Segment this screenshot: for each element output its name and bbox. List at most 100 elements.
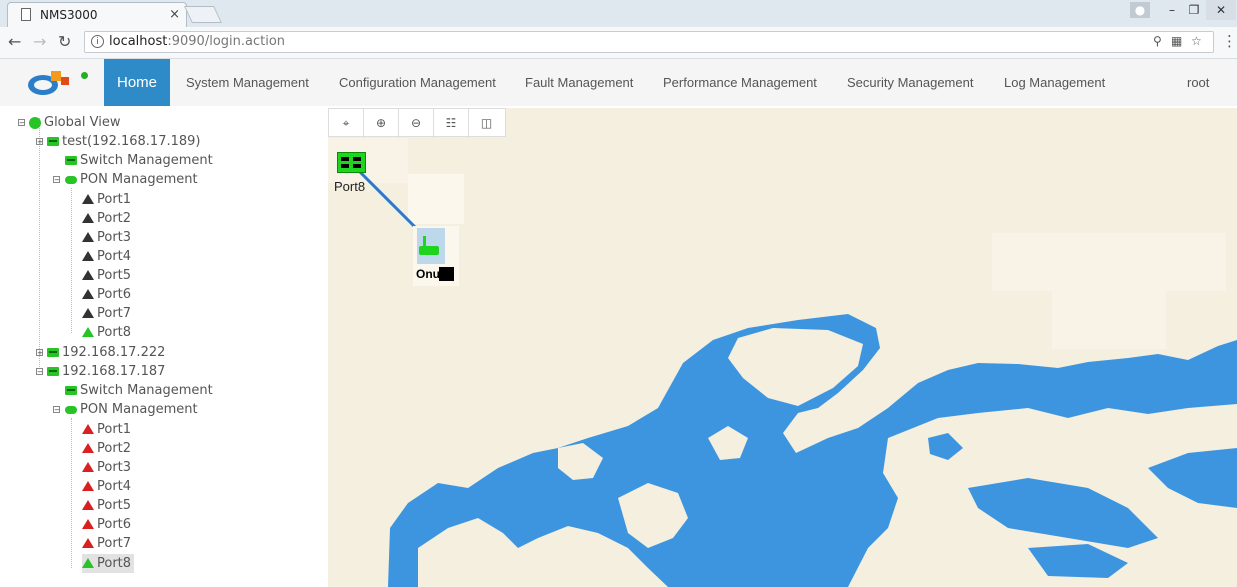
tree-node-device-test[interactable]: + test(192.168.17.189) [36,132,201,151]
tree-node-port-selected[interactable]: Port8 [82,554,135,573]
port-online-icon [82,326,94,337]
tree-node-pon-management[interactable]: − PON Management [53,400,198,419]
tree-node-label: 192.168.17.222 [62,345,166,360]
tree-node-port[interactable]: Port3 [82,458,131,477]
page-icon [21,8,31,21]
tree-node-port[interactable]: Port4 [82,477,131,496]
expand-icon[interactable]: + [36,349,43,357]
port-offline-icon [82,307,94,318]
map-toolbar: ⌖ ⊕ ⊖ ☷ ◫ [328,108,506,138]
nav-performance-management[interactable]: Performance Management [663,59,817,106]
port-alarm-icon [82,461,94,472]
tree-node-switch-management[interactable]: Switch Management [65,381,213,400]
tree-node-label: Switch Management [80,383,213,398]
port-node-label: Port8 [334,179,366,194]
new-tab-button[interactable] [184,6,222,23]
switch-node-icon[interactable] [337,152,366,173]
tree-node-port[interactable]: Port7 [82,534,131,553]
collapse-icon[interactable]: − [53,176,60,184]
tree-node-label: Port3 [97,230,132,245]
tree-node-global-view[interactable]: − Global View [18,113,120,132]
user-menu[interactable]: root [1187,59,1209,106]
app-header: Home System Management Configuration Man… [0,59,1237,106]
tree-node-port[interactable]: Port2 [82,439,131,458]
address-bar[interactable]: i localhost:9090/login.action ⚲ ▦ ☆ [84,31,1214,53]
tree-node-pon-management[interactable]: − PON Management [53,170,198,189]
nav-system-management[interactable]: System Management [186,59,309,106]
topology-icon[interactable]: ☷ [434,109,469,138]
tree-node-port[interactable]: Port3 [82,228,131,247]
tree-node-switch-management[interactable]: Switch Management [65,151,213,170]
topology-map[interactable]: ⌖ ⊕ ⊖ ☷ ◫ Port8 Onu [328,108,1237,587]
tree-node-port[interactable]: Port5 [82,266,131,285]
url-text: localhost:9090/login.action [109,34,286,49]
tree-node-label: Port4 [97,249,132,264]
port-offline-icon [82,250,94,261]
tree-node-label: Port1 [97,422,132,437]
tree-node-device-222[interactable]: + 192.168.17.222 [36,343,165,362]
tree-node-label: 192.168.17.187 [62,364,166,379]
tree-node-label: Port6 [97,517,132,532]
collapse-icon[interactable]: − [36,368,43,376]
tree-node-port[interactable]: Port1 [82,190,131,209]
forward-icon[interactable]: → [33,32,46,51]
onu-antenna-icon [423,236,426,246]
tree-node-port[interactable]: Port6 [82,285,131,304]
nav-fault-management[interactable]: Fault Management [525,59,633,106]
tree-node-label: PON Management [80,402,198,417]
minimize-button[interactable]: – [1160,0,1184,20]
profile-icon[interactable]: ● [1130,2,1150,18]
logo-icon [28,71,69,95]
tree-node-label: test(192.168.17.189) [62,134,201,149]
zoom-in-icon[interactable]: ⊕ [364,109,399,138]
port-offline-icon [82,288,94,299]
collapse-icon[interactable]: − [53,406,60,414]
nav-log-management[interactable]: Log Management [1004,59,1105,106]
port-online-icon [82,557,94,568]
browser-tab[interactable]: NMS3000 × [7,2,187,27]
onu-label: Onu [416,267,454,281]
tree-node-port[interactable]: Port5 [82,496,131,515]
tree-node-label: PON Management [80,172,198,187]
tree-node-label: Port7 [97,306,132,321]
tree-node-label: Port7 [97,536,132,551]
key-icon[interactable]: ⚲ [1153,34,1162,48]
tree-node-label: Port8 [97,556,132,571]
tree-node-port[interactable]: Port7 [82,304,131,323]
reload-icon[interactable]: ↻ [58,32,71,51]
onu-node[interactable]: Onu [413,226,459,286]
port-offline-icon [82,231,94,242]
translate-icon[interactable]: ▦ [1171,34,1182,48]
tree-node-device-187[interactable]: − 192.168.17.187 [36,362,165,381]
browser-toolbar: ← → ↻ i localhost:9090/login.action ⚲ ▦ … [0,27,1237,59]
star-icon[interactable]: ☆ [1191,34,1202,48]
device-icon [47,348,59,357]
save-icon[interactable]: ◫ [469,109,504,138]
collapse-icon[interactable]: − [18,119,25,127]
onu-device-icon [419,246,439,255]
tree-node-port[interactable]: Port6 [82,515,131,534]
tab-close-icon[interactable]: × [169,7,180,22]
tab-title: NMS3000 [40,8,98,22]
status-dot-icon [81,72,88,79]
tree-node-port[interactable]: Port4 [82,247,131,266]
close-window-button[interactable]: ✕ [1206,0,1236,20]
expand-icon[interactable]: + [36,138,43,146]
back-icon[interactable]: ← [8,32,21,51]
pon-icon [65,405,77,414]
menu-icon[interactable]: ⋮ [1222,32,1237,50]
tree-node-label: Port1 [97,192,132,207]
nav-home[interactable]: Home [104,59,171,106]
locate-icon[interactable]: ⌖ [329,109,364,138]
port-alarm-icon [82,537,94,548]
nav-security-management[interactable]: Security Management [847,59,973,106]
tree-node-port[interactable]: Port8 [82,323,131,342]
nav-configuration-management[interactable]: Configuration Management [339,59,496,106]
site-info-icon[interactable]: i [91,35,104,48]
restore-button[interactable]: ❐ [1182,0,1206,20]
port-alarm-icon [82,423,94,434]
tree-node-port[interactable]: Port2 [82,209,131,228]
zoom-out-icon[interactable]: ⊖ [399,109,434,138]
tree-node-label: Port2 [97,211,132,226]
tree-node-port[interactable]: Port1 [82,420,131,439]
